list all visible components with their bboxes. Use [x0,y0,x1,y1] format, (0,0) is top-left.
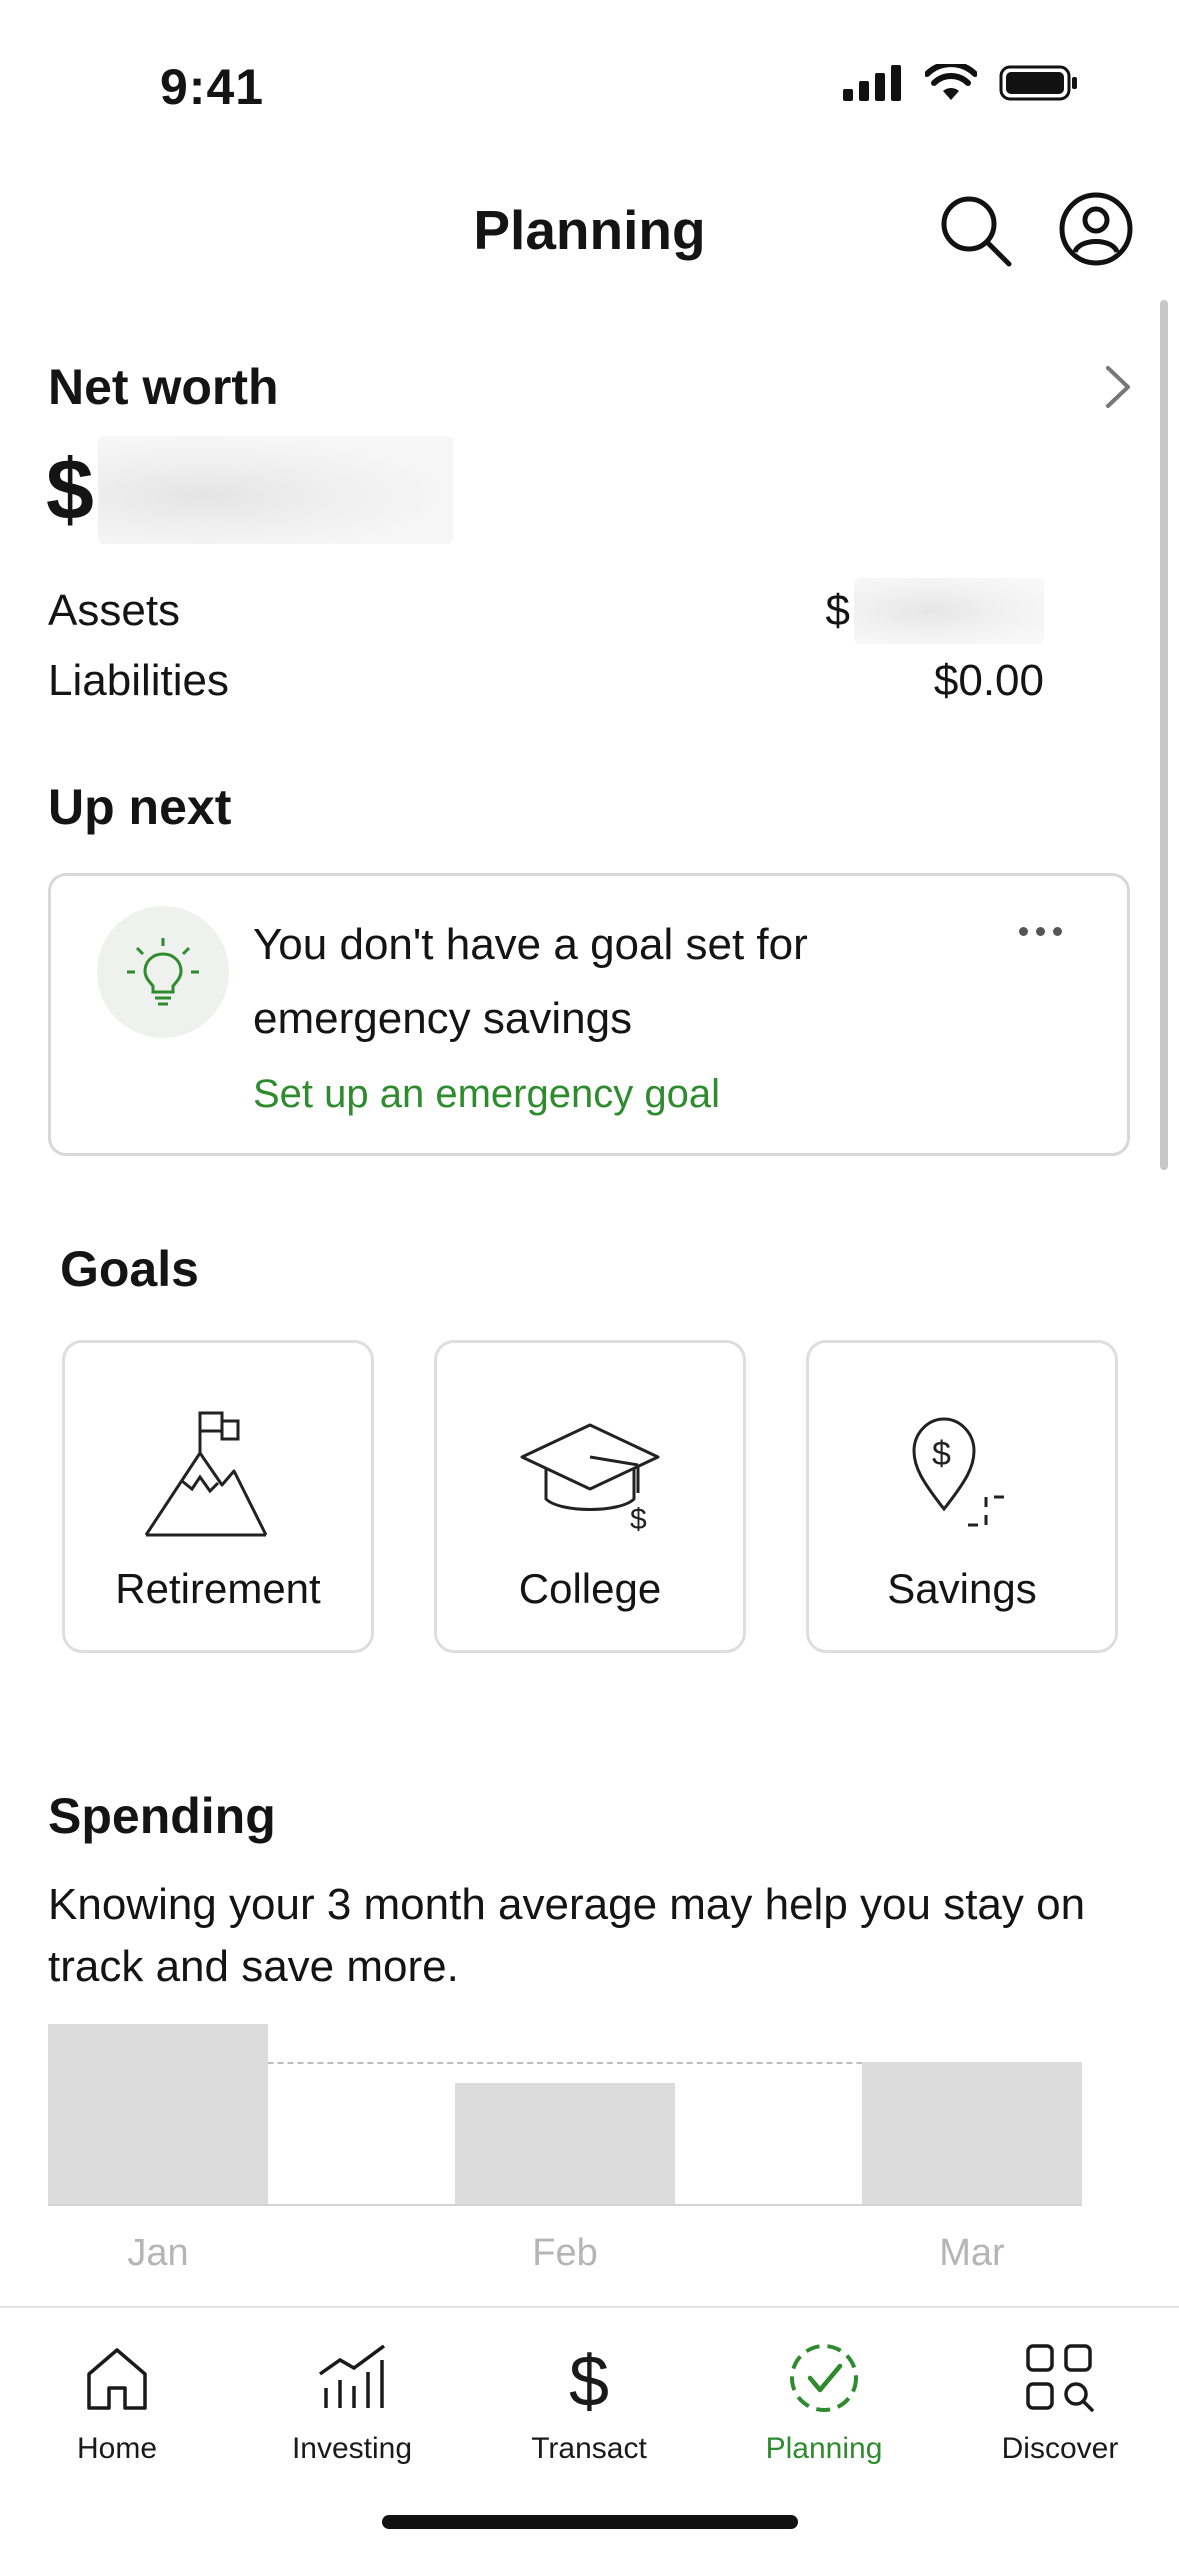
tab-investing[interactable]: Investing [252,2328,452,2478]
discover-grid-icon [1026,2344,1094,2412]
profile-icon [1059,192,1133,266]
goal-tile-college[interactable]: $ College [434,1340,746,1653]
tab-label-investing: Investing [291,2432,413,2465]
liabilities-row: Liabilities $0.00 [48,656,1044,706]
tab-label-transact: Transact [531,2432,647,2465]
chevron-right-icon [1106,366,1130,408]
chart-baseline [48,2204,1082,2206]
goals-title: Goals [60,1241,199,1297]
spending-bar-jan[interactable] [48,2024,268,2204]
mountain-flag-icon [144,1411,268,1537]
assets-currency: $ [825,586,850,635]
location-dollar-icon: $ [912,1417,1012,1527]
tab-transact[interactable]: $ Transact [489,2328,689,2478]
chart-month-label: Jan [127,2232,189,2274]
header: Planning [0,170,1179,290]
search-icon [941,196,1012,267]
wifi-icon [925,64,977,100]
lightbulb-badge [97,906,229,1038]
assets-redacted [854,578,1044,644]
goal-tile-savings[interactable]: $ Savings [806,1340,1118,1653]
search-button[interactable] [935,190,1015,270]
home-icon [87,2348,147,2410]
spending-title: Spending [48,1788,276,1844]
tab-planning[interactable]: Planning [724,2328,924,2478]
tab-home[interactable]: Home [17,2328,217,2478]
svg-text:$: $ [569,2342,609,2418]
tab-label-home: Home [76,2432,158,2465]
up-next-message: You don't have a goal set for emergency … [253,920,808,1043]
spending-description: Knowing your 3 month average may help yo… [48,1880,1086,1991]
status-bar: 9:41 [0,0,1179,150]
profile-button[interactable] [1057,190,1135,268]
tab-discover[interactable]: Discover [960,2328,1160,2478]
cellular-signal-icon [843,65,901,101]
more-options-icon[interactable] [1019,916,1075,946]
lightbulb-icon [127,938,199,1006]
set-up-emergency-goal-link[interactable]: Set up an emergency goal [253,1072,720,1117]
svg-text:$: $ [932,1435,951,1473]
up-next-card[interactable]: You don't have a goal set for emergency … [48,873,1130,1156]
up-next-title: Up next [48,779,232,835]
liabilities-label: Liabilities [48,656,229,705]
net-worth-redacted [97,436,453,544]
svg-text:$: $ [630,1503,647,1536]
home-indicator [382,2515,798,2529]
tab-label-planning: Planning [765,2432,883,2465]
dollar-icon: $ [569,2342,609,2418]
chart-month-label: Feb [532,2232,598,2274]
status-icons [843,64,1079,102]
net-worth-currency: $ [46,442,94,538]
status-time: 9:41 [160,59,265,115]
assets-value: $ [826,578,1044,644]
battery-icon [999,65,1077,101]
net-worth-label: Net worth [48,359,279,415]
spending-bar-mar[interactable] [862,2061,1082,2204]
investing-chart-icon [318,2344,386,2408]
tab-label-discover: Discover [1001,2432,1119,2465]
goal-label-college: College [518,1565,662,1612]
spending-chart[interactable]: Jan Feb Mar [48,2010,1082,2274]
assets-row: Assets $ [48,578,1044,644]
liabilities-value: $0.00 [933,656,1044,705]
goal-tile-retirement[interactable]: Retirement [62,1340,374,1653]
planning-check-icon [790,2344,858,2412]
goal-label-retirement: Retirement [115,1565,321,1612]
assets-label: Assets [48,586,181,635]
goal-label-savings: Savings [887,1565,1037,1612]
spending-bar-feb[interactable] [455,2083,675,2204]
net-worth-value: $ [46,436,453,544]
scrollbar[interactable] [1160,300,1168,1170]
chart-month-label: Mar [939,2232,1005,2274]
net-worth-row[interactable]: Net worth [48,358,1138,418]
graduation-cap-icon: $ [520,1423,660,1536]
